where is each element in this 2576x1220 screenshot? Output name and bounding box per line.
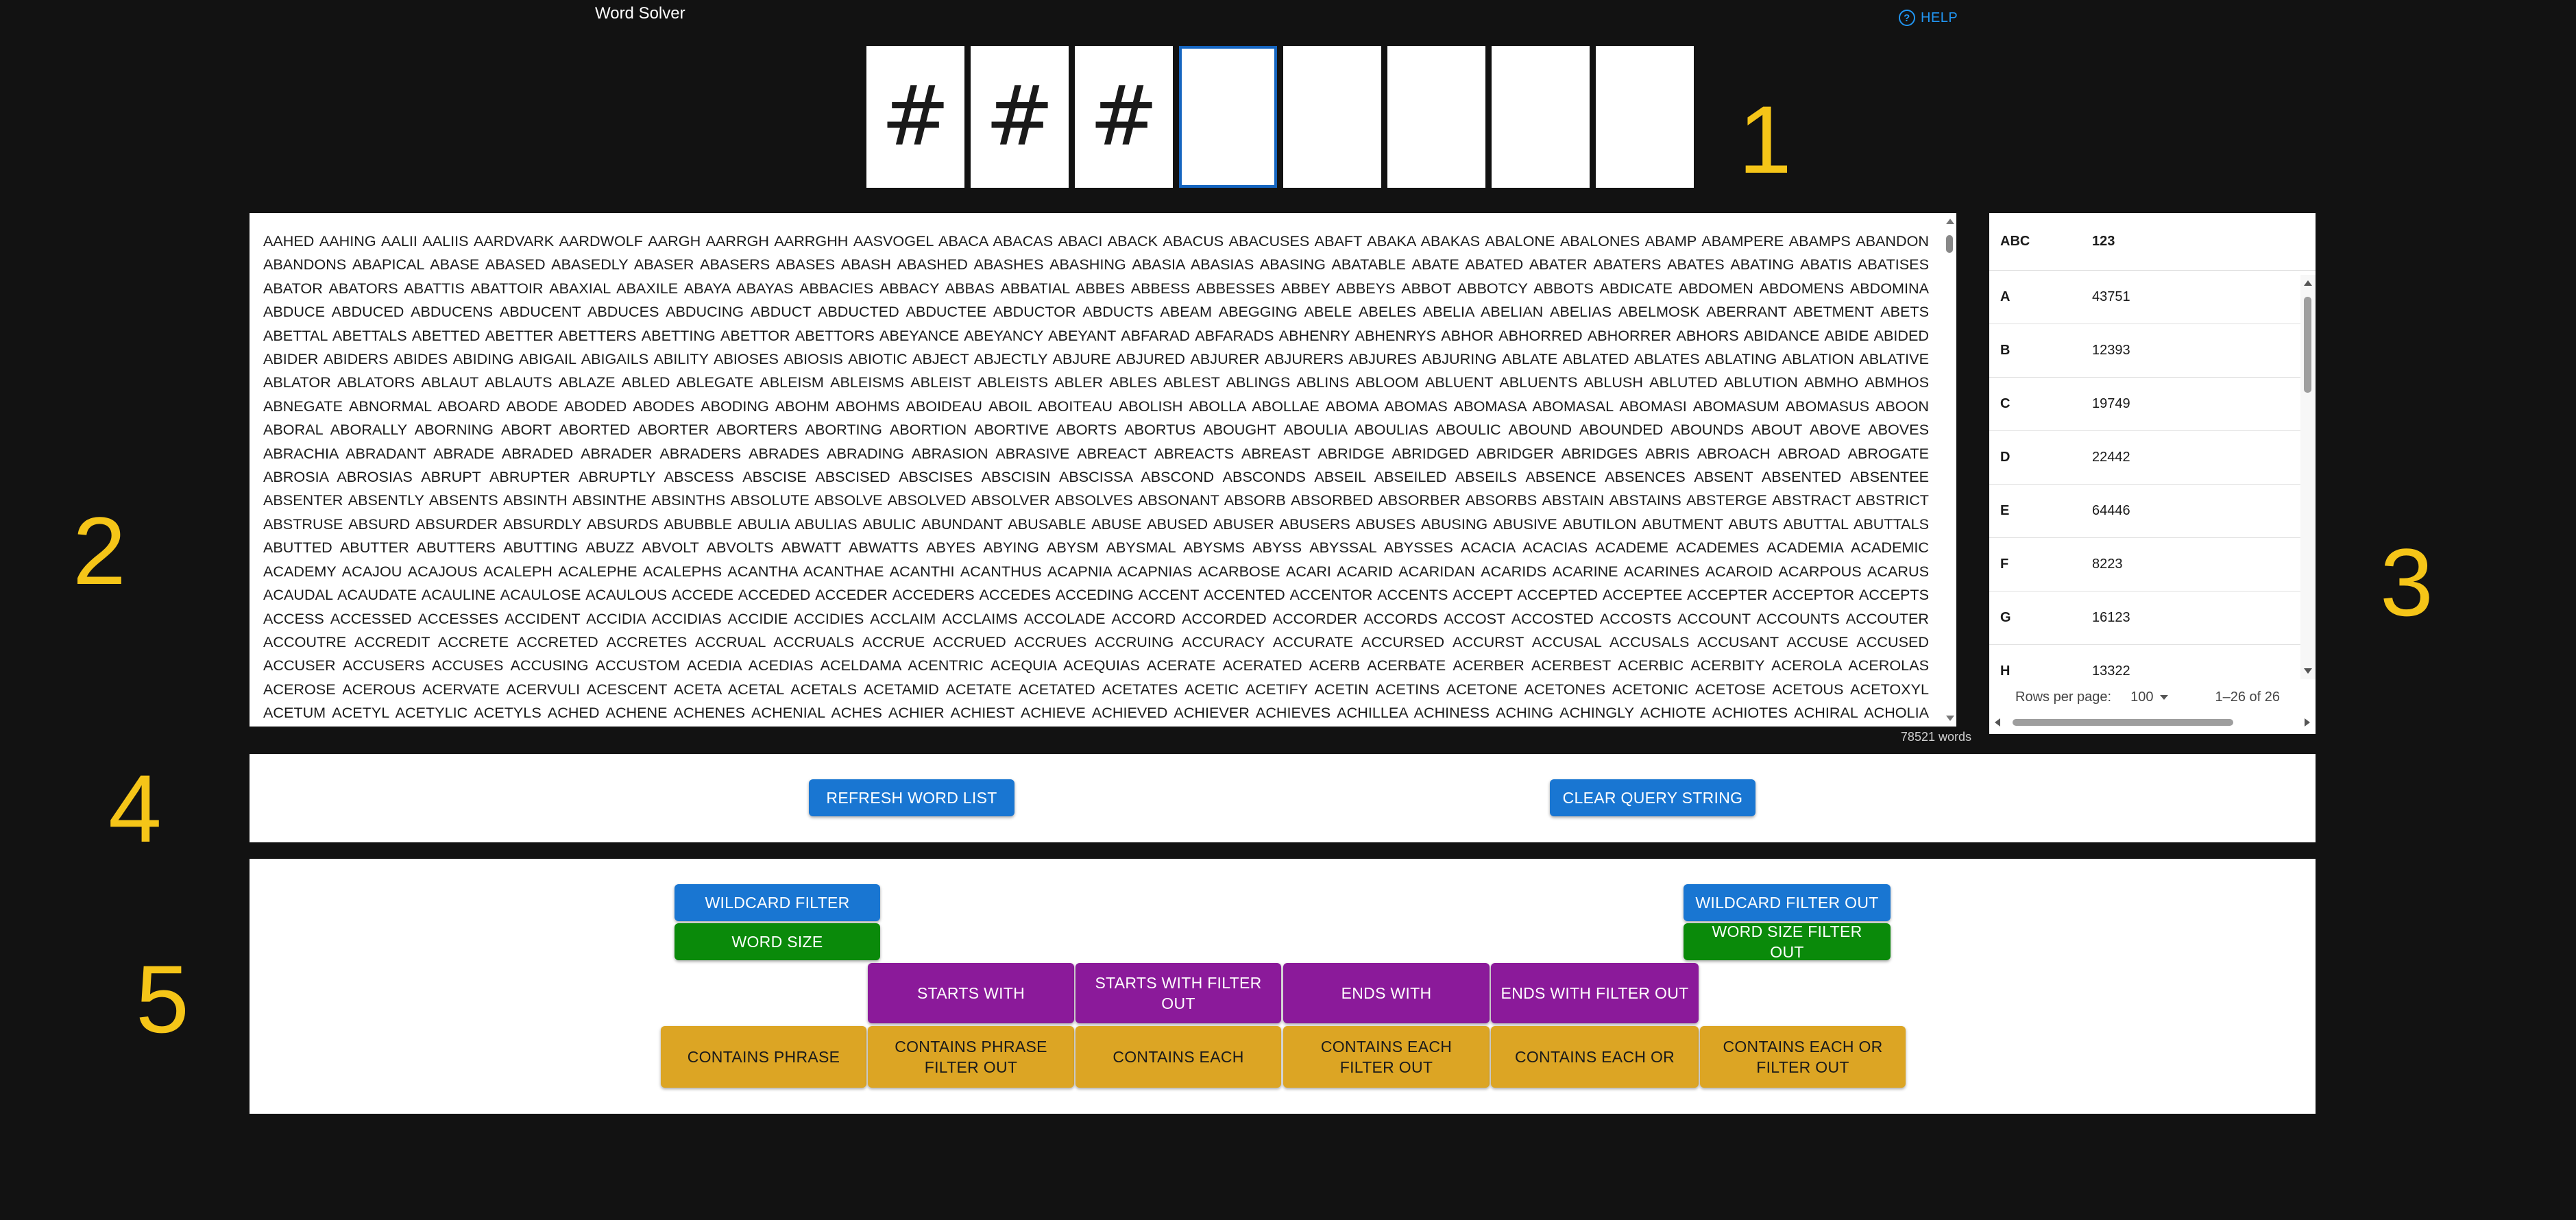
table-row[interactable]: F 8223 (1989, 538, 2316, 591)
row-count: 19749 (2092, 396, 2130, 411)
row-letter: F (2000, 557, 2009, 572)
contains-phrase-filter-out-button[interactable]: CONTAINS PHRASE FILTER OUT (868, 1026, 1074, 1088)
table-pagination: Rows per page: 100 1–26 of 26 (1989, 676, 2316, 718)
ends-with-button[interactable]: ENDS WITH (1283, 963, 1490, 1023)
row-count: 22442 (2092, 450, 2130, 465)
table-row[interactable]: A 43751 (1989, 271, 2316, 324)
clear-query-string-button[interactable]: CLEAR QUERY STRING (1550, 779, 1755, 816)
scroll-left-icon[interactable] (1995, 718, 2000, 727)
letter-tiles: # # # (866, 46, 1694, 188)
letter-tile-3[interactable]: # (1075, 46, 1173, 188)
table-row[interactable]: C 19749 (1989, 378, 2316, 431)
wildcard-filter-out-button[interactable]: WILDCARD FILTER OUT (1684, 884, 1891, 921)
contains-each-filter-out-button[interactable]: CONTAINS EACH FILTER OUT (1283, 1026, 1490, 1088)
word-size-button[interactable]: WORD SIZE (675, 923, 880, 960)
scrollbar-thumb[interactable] (2013, 719, 2233, 726)
row-count: 16123 (2092, 610, 2130, 625)
table-row[interactable]: D 22442 (1989, 431, 2316, 485)
starts-with-filter-out-button[interactable]: STARTS WITH FILTER OUT (1076, 963, 1281, 1023)
scroll-down-icon[interactable] (1946, 716, 1954, 721)
word-list-scrollbar[interactable] (1943, 213, 1956, 727)
word-list-text: AAHED AAHING AALII AALIIS AARDVARK AARDW… (263, 232, 1929, 722)
filters-panel: WILDCARD FILTER WORD SIZE WILDCARD FILTE… (250, 859, 2316, 1114)
row-count: 12393 (2092, 343, 2130, 358)
rows-per-page-value: 100 (2130, 689, 2154, 705)
letter-tile-4[interactable] (1179, 46, 1277, 188)
row-letter: C (2000, 396, 2010, 411)
ends-with-filter-out-button[interactable]: ENDS WITH FILTER OUT (1491, 963, 1699, 1023)
scroll-up-icon[interactable] (2304, 280, 2312, 286)
help-icon: ? (1899, 10, 1915, 26)
word-count: 78521 words (1900, 730, 1971, 744)
starts-with-button[interactable]: STARTS WITH (868, 963, 1074, 1023)
contains-phrase-button[interactable]: CONTAINS PHRASE (661, 1026, 866, 1088)
row-letter: E (2000, 503, 2010, 518)
help-label: HELP (1921, 10, 1958, 25)
table-row[interactable]: G 16123 (1989, 591, 2316, 645)
section-number-2: 2 (73, 497, 126, 605)
contains-each-button[interactable]: CONTAINS EACH (1076, 1026, 1281, 1088)
column-header-letter[interactable]: ABC (1989, 234, 2092, 249)
letter-tile-2[interactable]: # (971, 46, 1069, 188)
scroll-right-icon[interactable] (2305, 718, 2310, 727)
letter-tile-8[interactable] (1596, 46, 1694, 188)
scroll-down-icon[interactable] (2304, 668, 2312, 674)
table-row[interactable]: B 12393 (1989, 324, 2316, 378)
contains-each-or-button[interactable]: CONTAINS EACH OR (1491, 1026, 1699, 1088)
row-letter: B (2000, 343, 2010, 358)
row-letter: D (2000, 450, 2010, 465)
chevron-down-icon (2160, 694, 2169, 700)
wildcard-filter-button[interactable]: WILDCARD FILTER (675, 884, 880, 921)
word-list-panel[interactable]: AAHED AAHING AALII AALIIS AARDVARK AARDW… (250, 213, 1956, 727)
row-letter: G (2000, 610, 2011, 625)
pagination-range: 1–26 of 26 (2215, 689, 2280, 705)
app-title: Word Solver (595, 4, 685, 23)
letter-tile-7[interactable] (1492, 46, 1590, 188)
rows-per-page-label: Rows per page: (2015, 689, 2112, 705)
table-horizontal-scrollbar[interactable] (1989, 715, 2316, 729)
section-number-4: 4 (108, 755, 162, 862)
row-count: 8223 (2092, 557, 2123, 572)
scroll-up-icon[interactable] (1946, 219, 1954, 224)
letter-frequency-table: ABC 123 A 43751 B 12393 C 19749 D 22442 … (1989, 213, 2316, 734)
refresh-word-list-button[interactable]: REFRESH WORD LIST (809, 779, 1014, 816)
letter-tile-1[interactable]: # (866, 46, 964, 188)
help-link[interactable]: ? HELP (1899, 10, 1958, 26)
section-number-3: 3 (2380, 528, 2433, 636)
table-body[interactable]: A 43751 B 12393 C 19749 D 22442 E 64446 … (1989, 271, 2316, 682)
table-header: ABC 123 (1989, 213, 2316, 271)
table-row[interactable]: E 64446 (1989, 485, 2316, 538)
section-number-1: 1 (1738, 86, 1792, 193)
letter-tile-6[interactable] (1387, 46, 1485, 188)
rows-per-page-select[interactable]: 100 (2130, 689, 2169, 705)
column-header-count[interactable]: 123 (2092, 234, 2115, 249)
scrollbar-thumb[interactable] (1946, 235, 1953, 253)
letter-tile-5[interactable] (1283, 46, 1381, 188)
row-count: 43751 (2092, 289, 2130, 304)
section-number-5: 5 (136, 945, 189, 1053)
scrollbar-thumb[interactable] (2304, 297, 2311, 393)
row-count: 64446 (2092, 503, 2130, 518)
table-scrollbar[interactable] (2300, 275, 2316, 679)
row-letter: A (2000, 289, 2010, 304)
actions-panel: REFRESH WORD LIST CLEAR QUERY STRING (250, 754, 2316, 842)
word-size-filter-out-button[interactable]: WORD SIZE FILTER OUT (1684, 923, 1891, 961)
contains-each-or-filter-out-button[interactable]: CONTAINS EACH OR FILTER OUT (1700, 1026, 1906, 1088)
